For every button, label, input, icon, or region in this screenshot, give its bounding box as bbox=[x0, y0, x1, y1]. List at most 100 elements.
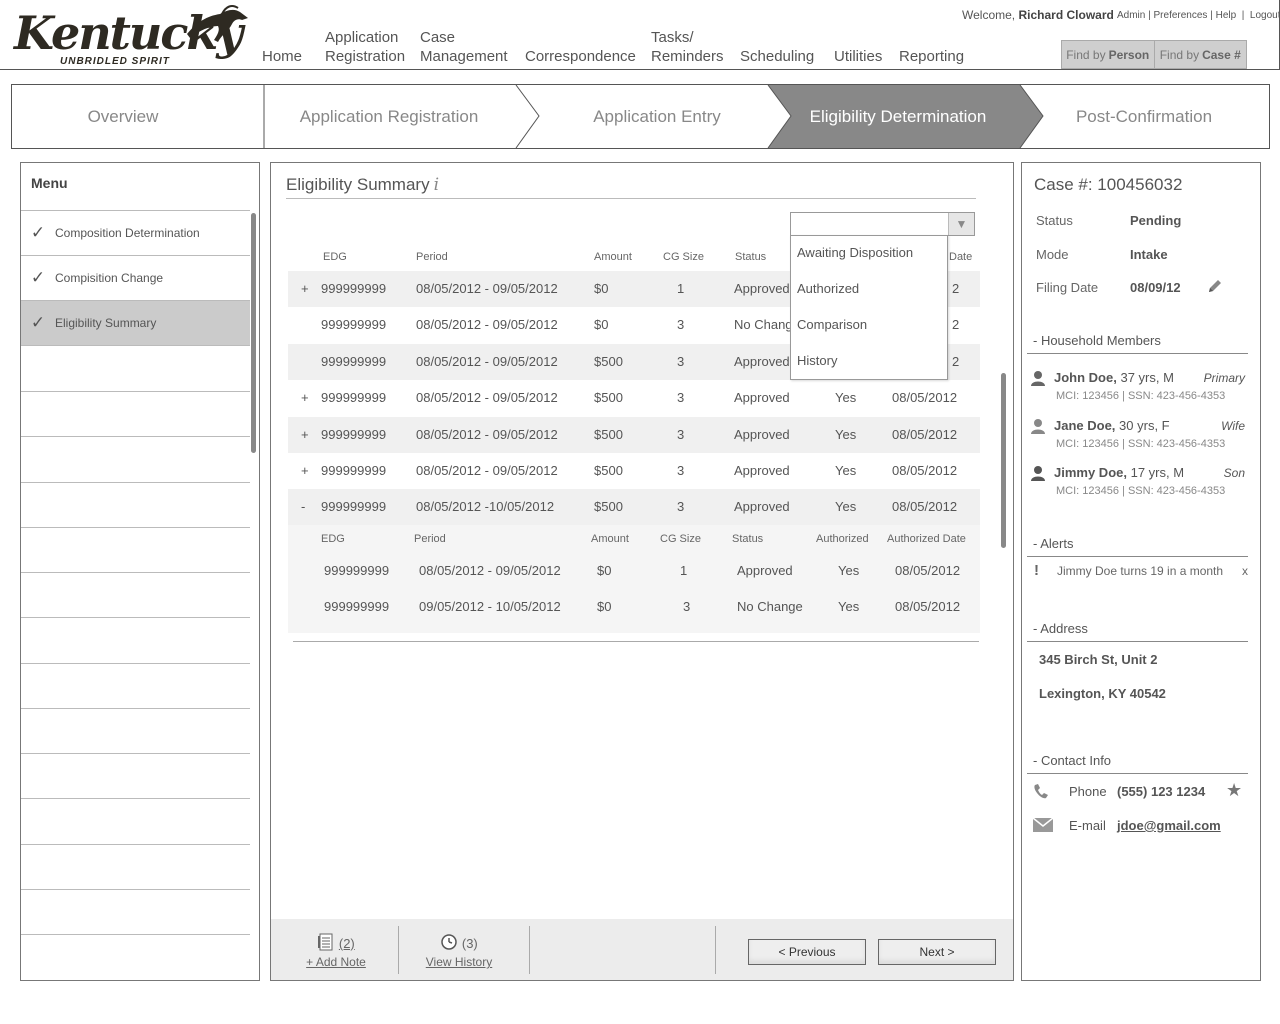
col-period: Period bbox=[416, 251, 448, 263]
find-by-person-button[interactable]: Find by Person bbox=[1062, 41, 1155, 68]
step-eligibility-determination[interactable]: Eligibility Determination bbox=[782, 85, 1014, 148]
email-link[interactable]: jdoe@gmail.com bbox=[1117, 818, 1221, 833]
contact-section-title: - Contact Info bbox=[1027, 753, 1248, 774]
nav-correspondence[interactable]: Correspondence bbox=[525, 28, 636, 66]
nav-scheduling[interactable]: Scheduling bbox=[740, 28, 814, 66]
option-awaiting-disposition[interactable]: Awaiting Disposition bbox=[791, 236, 947, 272]
nav-utilities[interactable]: Utilities bbox=[834, 28, 882, 66]
address-line-1: 345 Birch St, Unit 2 bbox=[1039, 652, 1158, 667]
menu-item-composition-change[interactable]: ✓ Compisition Change bbox=[21, 256, 250, 301]
title-divider bbox=[286, 198, 976, 199]
option-history[interactable]: History bbox=[791, 344, 947, 380]
checkmark-icon: ✓ bbox=[30, 223, 46, 242]
step-overview[interactable]: Overview bbox=[12, 85, 234, 148]
step-application-registration[interactable]: Application Registration bbox=[274, 85, 504, 148]
checkmark-icon: ✓ bbox=[30, 268, 46, 287]
contact-phone: Phone (555) 123 1234 ★ bbox=[1032, 780, 1247, 804]
person-icon bbox=[1030, 418, 1046, 439]
link-preferences[interactable]: Preferences bbox=[1154, 10, 1208, 21]
menu-empty-row bbox=[21, 347, 250, 392]
expand-toggle[interactable]: + bbox=[301, 463, 309, 478]
nav-application-registration[interactable]: Application Registration bbox=[325, 28, 405, 66]
phone-icon bbox=[1032, 783, 1052, 804]
table-row[interactable]: + 999999999 08/05/2012 - 09/05/2012 $500… bbox=[288, 453, 980, 489]
mode-label: Mode bbox=[1036, 247, 1069, 262]
expand-toggle[interactable]: + bbox=[301, 281, 309, 296]
view-select-options: Awaiting Disposition Authorized Comparis… bbox=[790, 235, 948, 380]
collapse-toggle[interactable]: - bbox=[301, 499, 305, 514]
step-post-confirmation[interactable]: Post-Confirmation bbox=[1044, 85, 1244, 148]
footer-divider bbox=[398, 926, 399, 974]
phone-number: (555) 123 1234 bbox=[1117, 784, 1206, 799]
menu-empty-row bbox=[21, 438, 250, 483]
nav-home[interactable]: Home bbox=[262, 28, 302, 66]
link-admin[interactable]: Admin bbox=[1117, 10, 1145, 21]
mail-icon bbox=[1032, 817, 1054, 836]
pencil-icon[interactable] bbox=[1206, 277, 1224, 300]
menu-empty-row bbox=[21, 619, 250, 664]
menu-empty-row bbox=[21, 392, 250, 437]
wizard-steps: Overview Application Registration Applic… bbox=[11, 84, 1270, 149]
nav-case-management[interactable]: Case Management bbox=[420, 28, 508, 66]
link-help[interactable]: Help bbox=[1216, 10, 1237, 21]
col-amount: Amount bbox=[594, 251, 632, 263]
table-row[interactable]: + 999999999 08/05/2012 - 09/05/2012 $500… bbox=[288, 380, 980, 416]
option-authorized[interactable]: Authorized bbox=[791, 272, 947, 308]
menu-empty-row bbox=[21, 754, 250, 799]
alert-item: ! Jimmy Doe turns 19 in a month x bbox=[1034, 562, 1248, 579]
member-john-doe[interactable]: John Doe, 37 yrs, M Primary MCI: 123456 … bbox=[1030, 370, 1245, 410]
mode-value: Intake bbox=[1130, 247, 1168, 262]
col-status: Status bbox=[735, 251, 767, 263]
link-logout[interactable]: Logout bbox=[1250, 10, 1280, 21]
member-jimmy-doe[interactable]: Jimmy Doe, 17 yrs, M Son MCI: 123456 | S… bbox=[1030, 465, 1245, 505]
table-row[interactable]: + 999999999 08/05/2012 - 09/05/2012 $500… bbox=[288, 417, 980, 453]
star-icon[interactable]: ★ bbox=[1226, 780, 1242, 801]
horse-icon bbox=[187, 5, 248, 42]
chevron-down-icon[interactable]: ▼ bbox=[948, 213, 974, 235]
find-by-case-button[interactable]: Find by Case # bbox=[1155, 41, 1247, 68]
close-icon[interactable]: x bbox=[1242, 564, 1248, 578]
menu-empty-row bbox=[21, 890, 250, 935]
left-menu: Menu ✓ Composition Determination ✓ Compi… bbox=[20, 162, 260, 981]
expand-toggle[interactable]: + bbox=[301, 390, 309, 405]
view-history-link[interactable]: View History bbox=[423, 955, 495, 969]
menu-item-composition-determination[interactable]: ✓ Composition Determination bbox=[21, 211, 250, 256]
menu-scrollbar[interactable] bbox=[251, 213, 256, 453]
clock-icon bbox=[440, 934, 462, 951]
alerts-section-title: - Alerts bbox=[1027, 536, 1248, 557]
table-scrollbar[interactable] bbox=[1001, 373, 1006, 548]
info-icon[interactable]: i bbox=[434, 175, 439, 195]
menu-item-eligibility-summary[interactable]: ✓ Eligibility Summary bbox=[21, 301, 250, 346]
step-application-entry[interactable]: Application Entry bbox=[542, 85, 772, 148]
notes-icon bbox=[317, 933, 339, 951]
history-count: (3) bbox=[461, 936, 478, 951]
subtable-header: EDG Period Amount CG Size Status Authori… bbox=[288, 529, 980, 549]
find-toolbar: Find by Person Find by Case # bbox=[1061, 40, 1247, 69]
add-note-link[interactable]: + Add Note bbox=[306, 955, 366, 969]
view-select[interactable]: ▼ bbox=[790, 212, 975, 236]
address-section-title: - Address bbox=[1027, 621, 1248, 642]
subtable-row[interactable]: 999999999 08/05/2012 - 09/05/2012 $0 1 A… bbox=[288, 553, 980, 589]
table-row-expanded[interactable]: - 999999999 08/05/2012 -10/05/2012 $500 … bbox=[288, 489, 980, 525]
logo-tagline: UNBRIDLED SPIRIT bbox=[60, 56, 170, 67]
household-section-title: - Household Members bbox=[1027, 333, 1248, 354]
menu-empty-row bbox=[21, 483, 250, 528]
nav-reporting[interactable]: Reporting bbox=[899, 28, 964, 66]
exclamation-icon: ! bbox=[1034, 562, 1039, 579]
address-line-2: Lexington, KY 40542 bbox=[1039, 686, 1166, 701]
notes-group: (2) + Add Note bbox=[306, 933, 366, 969]
next-button[interactable]: Next > bbox=[878, 939, 996, 965]
expand-toggle[interactable]: + bbox=[301, 427, 309, 442]
option-comparison[interactable]: Comparison bbox=[791, 308, 947, 344]
subtable-row[interactable]: 999999999 09/05/2012 - 10/05/2012 $0 3 N… bbox=[288, 589, 980, 625]
member-jane-doe[interactable]: Jane Doe, 30 yrs, F Wife MCI: 123456 | S… bbox=[1030, 418, 1245, 458]
welcome-user: Richard Cloward bbox=[1018, 8, 1114, 22]
kentucky-logo[interactable]: Kentucky UNBRIDLED SPIRIT bbox=[12, 4, 252, 68]
notes-count[interactable]: (2) bbox=[339, 936, 355, 951]
case-summary-panel: Case #: 100456032 Status Pending Mode In… bbox=[1021, 162, 1261, 981]
nav-tasks-reminders[interactable]: Tasks/ Reminders bbox=[651, 28, 724, 66]
previous-button[interactable]: < Previous bbox=[748, 939, 866, 965]
utility-links: Admin | Preferences | Help | Logout bbox=[1117, 10, 1280, 21]
contact-email: E-mail jdoe@gmail.com bbox=[1032, 817, 1247, 837]
case-number: Case #: 100456032 bbox=[1034, 175, 1183, 194]
